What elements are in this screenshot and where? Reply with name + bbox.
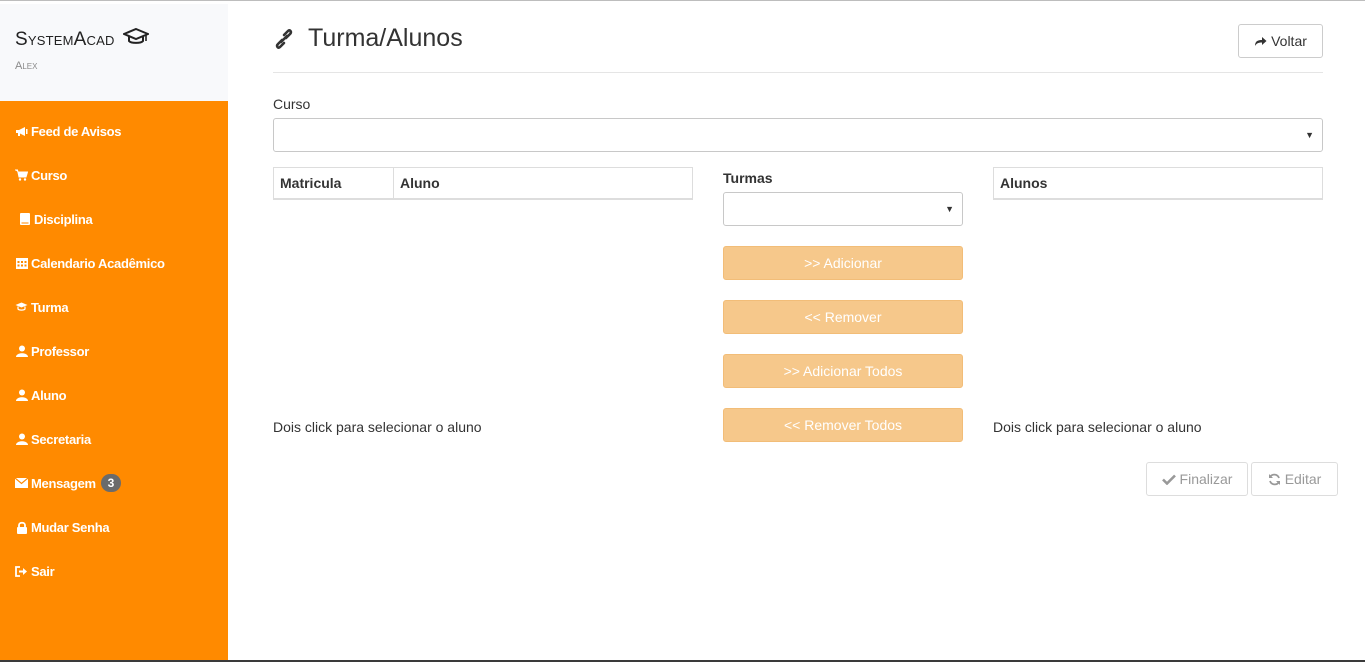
- sidebar-menu: Feed de Avisos Curso Disciplina Calendar…: [0, 101, 228, 660]
- turmas-label: Turmas: [723, 170, 773, 186]
- sidebar-item-label: Turma: [31, 299, 69, 315]
- finalizar-button[interactable]: Finalizar: [1146, 462, 1248, 496]
- user-icon: [15, 389, 28, 402]
- sidebar-item-label: Sair: [31, 563, 55, 579]
- sidebar-item-label: Professor: [31, 343, 89, 359]
- remove-all-button[interactable]: << Remover Todos: [723, 408, 963, 442]
- sidebar-item-label: Curso: [31, 167, 68, 183]
- sidebar: SystemAcad Alex Feed de Avisos Curso Dis…: [0, 4, 228, 660]
- sidebar-item-mensagem[interactable]: Mensagem 3: [0, 461, 228, 505]
- curso-select[interactable]: ▼: [273, 118, 1323, 152]
- column-header-aluno: Aluno: [400, 175, 440, 191]
- editar-button[interactable]: Editar: [1251, 462, 1338, 496]
- graduation-cap-icon: [120, 27, 151, 52]
- sidebar-item-label: Mensagem: [31, 475, 96, 491]
- column-header-matricula: Matricula: [274, 168, 394, 198]
- brand-name: SystemAcad: [15, 29, 115, 50]
- sidebar-item-professor[interactable]: Professor: [0, 329, 228, 373]
- main-content: Turma/Alunos Voltar Curso ▼ Matricula Al…: [273, 4, 1338, 496]
- message-count-badge: 3: [100, 474, 121, 492]
- back-button[interactable]: Voltar: [1238, 24, 1323, 58]
- sidebar-item-label: Disciplina: [34, 211, 93, 227]
- user-icon: [15, 433, 28, 446]
- sidebar-item-calendario-academico[interactable]: Calendario Acadêmico: [0, 241, 228, 285]
- caret-down-icon: ▼: [945, 204, 954, 214]
- class-students-table-header: Alunos: [993, 167, 1323, 200]
- sidebar-item-label: Aluno: [31, 387, 67, 403]
- envelope-icon: [15, 477, 28, 490]
- sidebar-item-aluno[interactable]: Aluno: [0, 373, 228, 417]
- column-header-alunos: Alunos: [1000, 175, 1048, 191]
- refresh-icon: [1268, 473, 1281, 486]
- brand-title[interactable]: SystemAcad: [15, 27, 228, 52]
- sidebar-item-curso[interactable]: Curso: [0, 153, 228, 197]
- sidebar-item-label: Mudar Senha: [31, 519, 110, 535]
- curso-label: Curso: [273, 96, 311, 112]
- page-header: Turma/Alunos Voltar: [273, 4, 1323, 73]
- link-icon: [273, 27, 295, 51]
- finalizar-label: Finalizar: [1179, 471, 1233, 487]
- check-icon: [1161, 474, 1176, 485]
- caret-down-icon: ▼: [1305, 130, 1314, 140]
- add-button[interactable]: >> Adicionar: [723, 246, 963, 280]
- page-title-text: Turma/Alunos: [308, 24, 463, 52]
- lock-icon: [15, 521, 28, 534]
- brand-user: Alex: [15, 60, 38, 72]
- sidebar-item-sair[interactable]: Sair: [0, 549, 228, 593]
- sidebar-item-mudar-senha[interactable]: Mudar Senha: [0, 505, 228, 549]
- bullhorn-icon: [15, 125, 28, 138]
- sidebar-item-turma[interactable]: Turma: [0, 285, 228, 329]
- graduation-cap-icon: [15, 301, 28, 314]
- cart-icon: [15, 169, 28, 182]
- turmas-select[interactable]: ▼: [723, 192, 963, 226]
- sidebar-item-disciplina[interactable]: Disciplina: [0, 197, 228, 241]
- sidebar-item-label: Calendario Acadêmico: [31, 255, 165, 271]
- sidebar-item-feed-de-avisos[interactable]: Feed de Avisos: [0, 109, 228, 153]
- right-hint-text: Dois click para selecionar o aluno: [993, 419, 1202, 435]
- share-arrow-icon: [1254, 36, 1267, 47]
- add-all-button[interactable]: >> Adicionar Todos: [723, 354, 963, 388]
- students-table-header: Matricula Aluno: [273, 167, 693, 200]
- sidebar-item-label: Feed de Avisos: [31, 123, 122, 139]
- page-title: Turma/Alunos: [273, 24, 463, 53]
- sidebar-item-secretaria[interactable]: Secretaria: [0, 417, 228, 461]
- back-button-label: Voltar: [1271, 33, 1307, 49]
- remove-button[interactable]: << Remover: [723, 300, 963, 334]
- calendar-icon: [15, 257, 28, 270]
- left-hint-text: Dois click para selecionar o aluno: [273, 419, 482, 435]
- editar-label: Editar: [1284, 471, 1322, 487]
- book-icon: [18, 213, 31, 226]
- sign-out-icon: [15, 565, 28, 578]
- sidebar-item-label: Secretaria: [31, 431, 91, 447]
- brand: SystemAcad Alex: [0, 4, 228, 101]
- user-icon: [15, 345, 28, 358]
